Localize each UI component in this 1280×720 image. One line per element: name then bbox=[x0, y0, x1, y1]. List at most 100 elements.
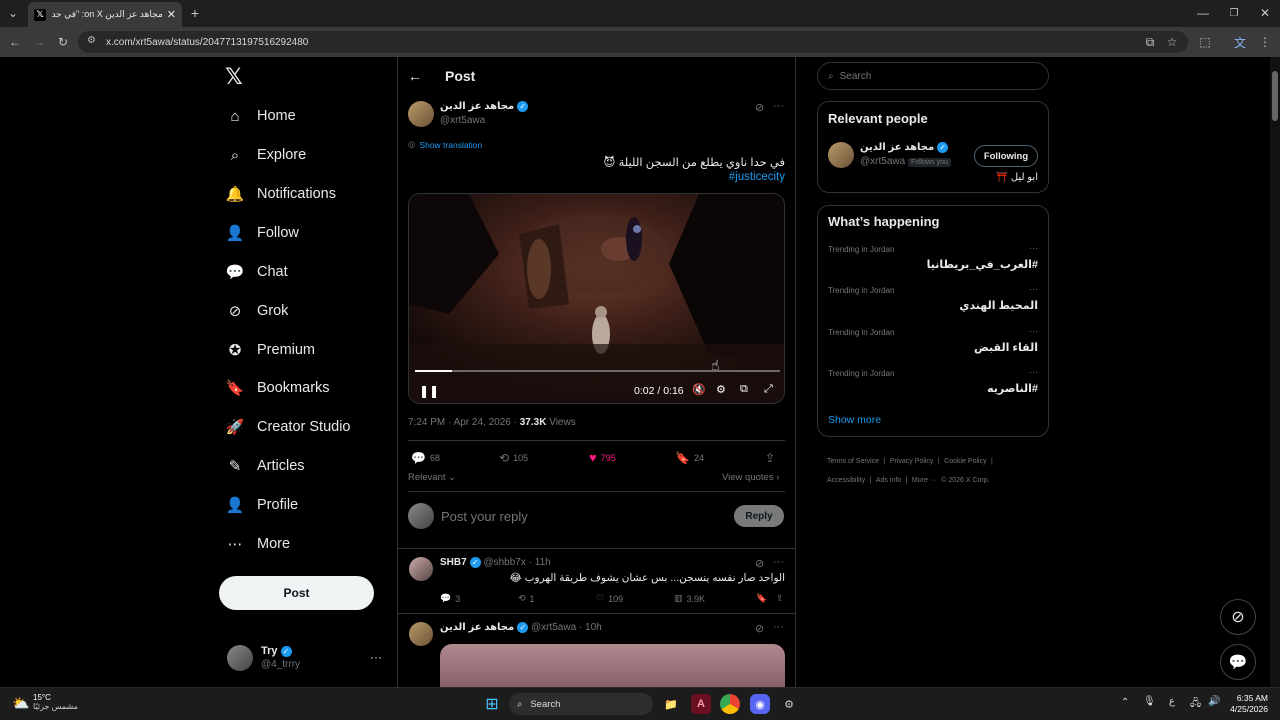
page-scrollbar[interactable] bbox=[1270, 57, 1280, 687]
x-logo[interactable]: 𝕏 bbox=[225, 64, 243, 90]
new-tab-icon[interactable]: + bbox=[186, 4, 204, 22]
grok-float-button[interactable]: ⊘ bbox=[1220, 599, 1256, 635]
footer-terms[interactable]: Terms of Service bbox=[827, 458, 879, 465]
account-avatar[interactable] bbox=[227, 645, 253, 671]
trend-item[interactable]: Trending in Jordan ··· #العرب_في_بريطانيا bbox=[828, 243, 1038, 271]
grok-explain-icon[interactable]: ⊘ bbox=[755, 557, 764, 570]
tray-overflow-icon[interactable]: ⌃ bbox=[1121, 697, 1129, 708]
person-avatar[interactable] bbox=[828, 142, 854, 168]
bookmark-action[interactable]: 🔖 24 bbox=[675, 451, 765, 465]
share-action[interactable]: ⇪ bbox=[765, 451, 775, 465]
account-switcher[interactable]: Try ✓ @4_trrry bbox=[261, 645, 300, 670]
search-box[interactable]: ⌕ Search bbox=[817, 62, 1049, 90]
close-window-icon[interactable]: ✕ bbox=[1256, 4, 1274, 22]
bookmark-action[interactable]: 🔖 bbox=[756, 593, 776, 604]
weather-icon[interactable]: ⛅ bbox=[12, 695, 29, 712]
reload-icon[interactable]: ↻ bbox=[54, 33, 72, 51]
nav-item-more[interactable]: ⋯ More bbox=[225, 529, 291, 559]
post-hashtag[interactable]: #justicecity bbox=[600, 171, 785, 183]
view-quotes-link[interactable]: View quotes › bbox=[722, 472, 779, 483]
post-button[interactable]: Post bbox=[219, 576, 374, 610]
nav-item-home[interactable]: ⌂ Home bbox=[225, 101, 295, 131]
input-language[interactable]: ع bbox=[1169, 696, 1175, 707]
footer-accessibility[interactable]: Accessibility bbox=[827, 477, 865, 484]
cast-icon[interactable]: ⧉ bbox=[1141, 33, 1159, 51]
mute-icon[interactable]: 🔇 bbox=[692, 383, 706, 396]
author-handle[interactable]: @xrt5awa bbox=[440, 115, 485, 126]
chat-float-button[interactable]: 💬 bbox=[1220, 644, 1256, 680]
video-settings-icon[interactable]: ⚙ bbox=[716, 383, 726, 396]
translate-icon[interactable]: 文 bbox=[1231, 33, 1249, 51]
taskbar-clock[interactable]: 6:35 AM 4/25/2026 bbox=[1224, 693, 1268, 715]
nav-item-premium[interactable]: ✪ Premium bbox=[225, 335, 315, 365]
bookmark-star-icon[interactable]: ☆ bbox=[1163, 33, 1181, 51]
nav-item-creator-studio[interactable]: 🚀 Creator Studio bbox=[225, 412, 351, 442]
forward-icon[interactable]: → bbox=[30, 33, 48, 51]
taskbar-search[interactable]: ⌕ Search bbox=[509, 693, 653, 715]
site-info-icon[interactable]: ⚙ bbox=[87, 35, 96, 46]
nav-item-articles[interactable]: ✎ Articles bbox=[225, 451, 305, 481]
reply-sort-dropdown[interactable]: Relevant ⌄ bbox=[408, 472, 456, 483]
nav-item-chat[interactable]: 💬 Chat bbox=[225, 257, 288, 287]
close-tab-icon[interactable]: ✕ bbox=[167, 8, 176, 21]
author-name-row[interactable]: مجاهد عز الدين ✓ bbox=[440, 101, 529, 112]
reply-more-icon[interactable]: ··· bbox=[773, 556, 784, 568]
browser-tab[interactable]: 𝕏 مجاهد عز الدين on X: "في حدا ناو ✕ bbox=[28, 2, 182, 27]
nav-item-bookmarks[interactable]: 🔖 Bookmarks bbox=[225, 373, 330, 403]
nav-item-notifications[interactable]: 🔔 Notifications bbox=[225, 179, 336, 209]
volume-icon[interactable]: 🔊 bbox=[1208, 696, 1220, 707]
video-player[interactable]: ❚❚ 0:02 / 0:16 🔇 ⚙ ⧉ ⤢ bbox=[408, 193, 785, 404]
reply-handle[interactable]: @shbb7x bbox=[483, 557, 525, 568]
reply-input[interactable] bbox=[441, 505, 721, 527]
author-avatar[interactable] bbox=[408, 101, 434, 127]
minimize-icon[interactable]: — bbox=[1194, 4, 1212, 22]
views-action[interactable]: ▥ 3.9K bbox=[674, 593, 756, 604]
scrollbar-thumb[interactable] bbox=[1272, 71, 1278, 121]
video-scrubber[interactable] bbox=[415, 370, 780, 372]
reply-handle[interactable]: @xrt5awa bbox=[531, 622, 576, 633]
windows-start-icon[interactable]: ⊞ bbox=[482, 694, 502, 714]
share-action[interactable]: ⇪ bbox=[776, 593, 784, 604]
footer-privacy[interactable]: Privacy Policy bbox=[890, 458, 934, 465]
back-icon[interactable]: ← bbox=[6, 33, 24, 51]
show-more-link[interactable]: Show more bbox=[828, 414, 881, 426]
extensions-icon[interactable]: ⬚ bbox=[1196, 33, 1214, 51]
miniplayer-icon[interactable]: ⧉ bbox=[740, 383, 748, 396]
discord-icon[interactable]: ◉ bbox=[750, 694, 770, 714]
trend-more-icon[interactable]: ··· bbox=[1029, 284, 1038, 294]
account-more-icon[interactable]: ··· bbox=[370, 650, 382, 664]
restore-icon[interactable]: ❐ bbox=[1225, 4, 1243, 22]
fullscreen-icon[interactable]: ⤢ bbox=[764, 383, 773, 396]
address-bar[interactable]: ⚙ x.com/xrt5awa/status/20477131975162924… bbox=[78, 31, 1188, 53]
reply-avatar[interactable] bbox=[409, 622, 433, 646]
reply-avatar[interactable] bbox=[409, 557, 433, 581]
footer-cookie[interactable]: Cookie Policy bbox=[944, 458, 986, 465]
grok-explain-icon[interactable]: ⊘ bbox=[755, 101, 764, 114]
pause-icon[interactable]: ❚❚ bbox=[419, 384, 439, 398]
trend-item[interactable]: Trending in Jordan ··· #الناصريه bbox=[828, 367, 1038, 395]
reply-action[interactable]: 💬 68 bbox=[411, 451, 499, 465]
tab-search-icon[interactable]: ⌄ bbox=[4, 4, 22, 22]
trend-more-icon[interactable]: ··· bbox=[1029, 326, 1038, 336]
nav-item-follow[interactable]: 👤 Follow bbox=[225, 218, 299, 248]
footer-ads-info[interactable]: Ads info bbox=[876, 477, 901, 484]
person-handle[interactable]: @xrt5awa bbox=[860, 156, 905, 167]
reply-more-icon[interactable]: ··· bbox=[773, 621, 784, 633]
grok-explain-icon[interactable]: ⊘ bbox=[755, 622, 764, 635]
trend-item[interactable]: Trending in Jordan ··· القاء القبض bbox=[828, 326, 1038, 354]
network-icon[interactable]: 🖧 bbox=[1190, 696, 1201, 713]
chrome-menu-icon[interactable]: ⋮ bbox=[1256, 33, 1274, 51]
microphone-icon[interactable]: 🎙 bbox=[1143, 696, 1156, 707]
footer-more[interactable]: More ··· bbox=[912, 477, 937, 484]
trend-more-icon[interactable]: ··· bbox=[1029, 367, 1038, 377]
show-translation-link[interactable]: ◎ Show translation bbox=[408, 139, 482, 150]
nav-item-grok[interactable]: ⊘ Grok bbox=[225, 296, 289, 326]
trend-more-icon[interactable]: ··· bbox=[1029, 243, 1038, 253]
trend-item[interactable]: Trending in Jordan ··· المحيط الهندي bbox=[828, 284, 1038, 312]
repost-action[interactable]: ⟲ 105 bbox=[499, 451, 589, 465]
settings-app-icon[interactable]: ⚙ bbox=[779, 694, 799, 714]
weather-widget[interactable]: 15°C مشمس جزئيًا bbox=[33, 693, 78, 711]
reply-media[interactable] bbox=[440, 644, 785, 687]
post-more-icon[interactable]: ··· bbox=[773, 100, 784, 112]
following-button[interactable]: Following bbox=[974, 145, 1038, 167]
